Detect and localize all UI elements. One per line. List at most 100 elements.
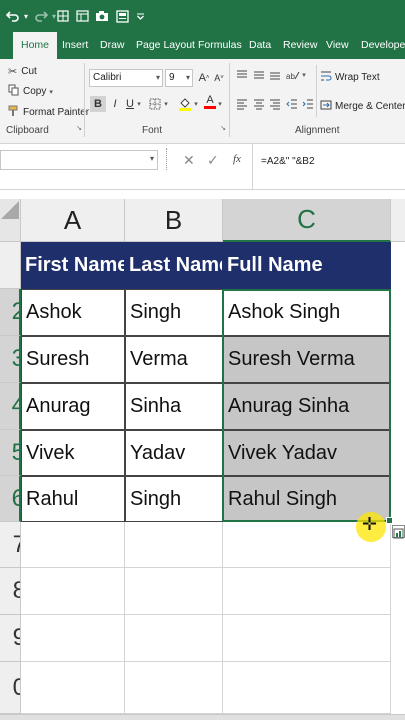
copy-dropdown-icon[interactable]: ▾ [49,88,53,96]
undo-icon[interactable] [4,6,22,26]
cell-a5[interactable]: Vivek [21,430,125,476]
merge-center-button[interactable]: Merge & Center ▾ [320,99,405,114]
table-icon[interactable] [74,6,90,26]
row-header-7[interactable]: 7 [0,522,21,568]
cell-a2[interactable]: Ashok [21,289,125,336]
increase-indent-icon[interactable] [300,96,316,112]
cell-b1[interactable]: Last Name [125,242,223,289]
chevron-down-icon[interactable]: ▾ [150,154,154,163]
tab-insert[interactable]: Insert [62,32,88,59]
wrap-text-button[interactable]: Wrap Text [320,70,380,85]
fill-handle[interactable] [386,517,393,524]
row-header-10[interactable]: 0 [0,662,21,714]
shrink-font-button[interactable]: A ˅ [211,70,227,86]
cell-a4[interactable]: Anurag [21,383,125,430]
cell-a3[interactable]: Suresh [21,336,125,383]
cell-a8[interactable] [21,568,125,615]
quick-analysis-icon[interactable] [392,525,405,539]
format-painter-button[interactable]: Format Painter [8,105,89,120]
cell-c8[interactable] [223,568,391,615]
cell-b3[interactable]: Verma [125,336,223,383]
row-header-8[interactable]: 8 [0,568,21,615]
cell-a6[interactable]: Rahul [21,476,125,522]
cell-b2[interactable]: Singh [125,289,223,336]
cell-a1[interactable]: First Name [21,242,125,289]
undo-dropdown-icon[interactable]: ▾ [22,6,30,26]
column-header-c[interactable]: C [223,199,391,242]
fill-color-icon[interactable] [177,95,193,111]
fill-color-dropdown-icon[interactable]: ▾ [192,96,200,112]
row-header-9[interactable]: 9 [0,615,21,662]
bold-button[interactable]: B [90,96,106,112]
row-header-5[interactable]: 5 [0,430,21,476]
cell-a10[interactable] [21,662,125,714]
cell-c5[interactable]: Vivek Yadav [223,430,391,476]
row-header-6[interactable]: 6 [0,476,21,522]
align-left-icon[interactable] [234,96,250,112]
cell-b9[interactable] [125,615,223,662]
cell-c10[interactable] [223,662,391,714]
cell-b6[interactable]: Singh [125,476,223,522]
row-header-1[interactable] [0,242,21,289]
cell-c9[interactable] [223,615,391,662]
font-color-dropdown-icon[interactable]: ▾ [216,96,224,112]
cell-a9[interactable] [21,615,125,662]
column-header-a[interactable]: A [21,199,125,242]
font-launcher-icon[interactable]: ↘ [218,123,228,133]
cell-b10[interactable] [125,662,223,714]
grid-icon[interactable] [56,6,70,26]
decrease-indent-icon[interactable] [284,96,300,112]
align-middle-icon[interactable] [251,67,267,83]
tab-review[interactable]: Review [283,32,317,59]
cell-c3[interactable]: Suresh Verma [223,336,391,383]
cut-label: Cut [21,66,37,77]
tab-developer[interactable]: Developer [361,32,405,59]
name-box[interactable]: ▾ [0,150,158,170]
align-bottom-icon[interactable] [267,67,283,83]
column-header-b[interactable]: B [125,199,223,242]
formula-input[interactable]: =A2&" "&B2 [261,156,315,167]
insert-function-button[interactable]: fx [233,153,241,165]
cut-button[interactable]: ✂ Cut [8,65,37,78]
orientation-dropdown-icon[interactable]: ▾ [300,67,308,83]
copy-button[interactable]: Copy ▾ [8,84,53,99]
tab-home[interactable]: Home [13,32,58,59]
cell-b7[interactable] [125,522,223,568]
underline-dropdown-icon[interactable]: ▾ [135,96,143,112]
font-size-select[interactable]: 9 ▾ [165,69,193,87]
grow-font-button[interactable]: A ˄ [196,70,212,86]
align-top-icon[interactable] [234,67,250,83]
row-header-4[interactable]: 4 [0,383,21,430]
select-all-corner[interactable] [0,199,21,242]
tab-formulas[interactable]: Formulas [198,32,242,59]
orientation-icon[interactable]: ab [285,67,301,83]
cell-b4[interactable]: Sinha [125,383,223,430]
cell-c1[interactable]: Full Name [223,242,391,289]
cell-a7[interactable] [21,522,125,568]
cell-c2[interactable]: Ashok Singh [223,289,391,336]
column-header-d[interactable] [391,199,405,242]
cell-b5[interactable]: Yadav [125,430,223,476]
align-right-icon[interactable] [267,96,283,112]
font-name-select[interactable]: Calibri ▾ [89,69,163,87]
redo-icon[interactable] [32,6,50,26]
cell-c4[interactable]: Anurag Sinha [223,383,391,430]
tab-draw[interactable]: Draw [100,32,125,59]
row-header-3[interactable]: 3 [0,336,21,383]
borders-icon[interactable] [147,96,163,112]
tab-view[interactable]: View [326,32,349,59]
tab-page-layout[interactable]: Page Layout [136,32,195,59]
chevron-down-icon[interactable] [134,6,146,26]
clipboard-launcher-icon[interactable]: ↘ [74,123,84,133]
borders-dropdown-icon[interactable]: ▾ [162,96,170,112]
form-icon[interactable] [114,6,130,26]
cell-b8[interactable] [125,568,223,615]
tab-data[interactable]: Data [249,32,271,59]
cancel-icon[interactable]: ✕ [183,152,195,169]
camera-icon[interactable] [94,6,110,26]
italic-button[interactable]: I [107,96,123,112]
align-center-icon[interactable] [251,96,267,112]
enter-check-icon[interactable]: ✓ [207,152,219,169]
row-header-2[interactable]: 2 [0,289,21,336]
formula-bar-grip[interactable] [166,148,168,170]
